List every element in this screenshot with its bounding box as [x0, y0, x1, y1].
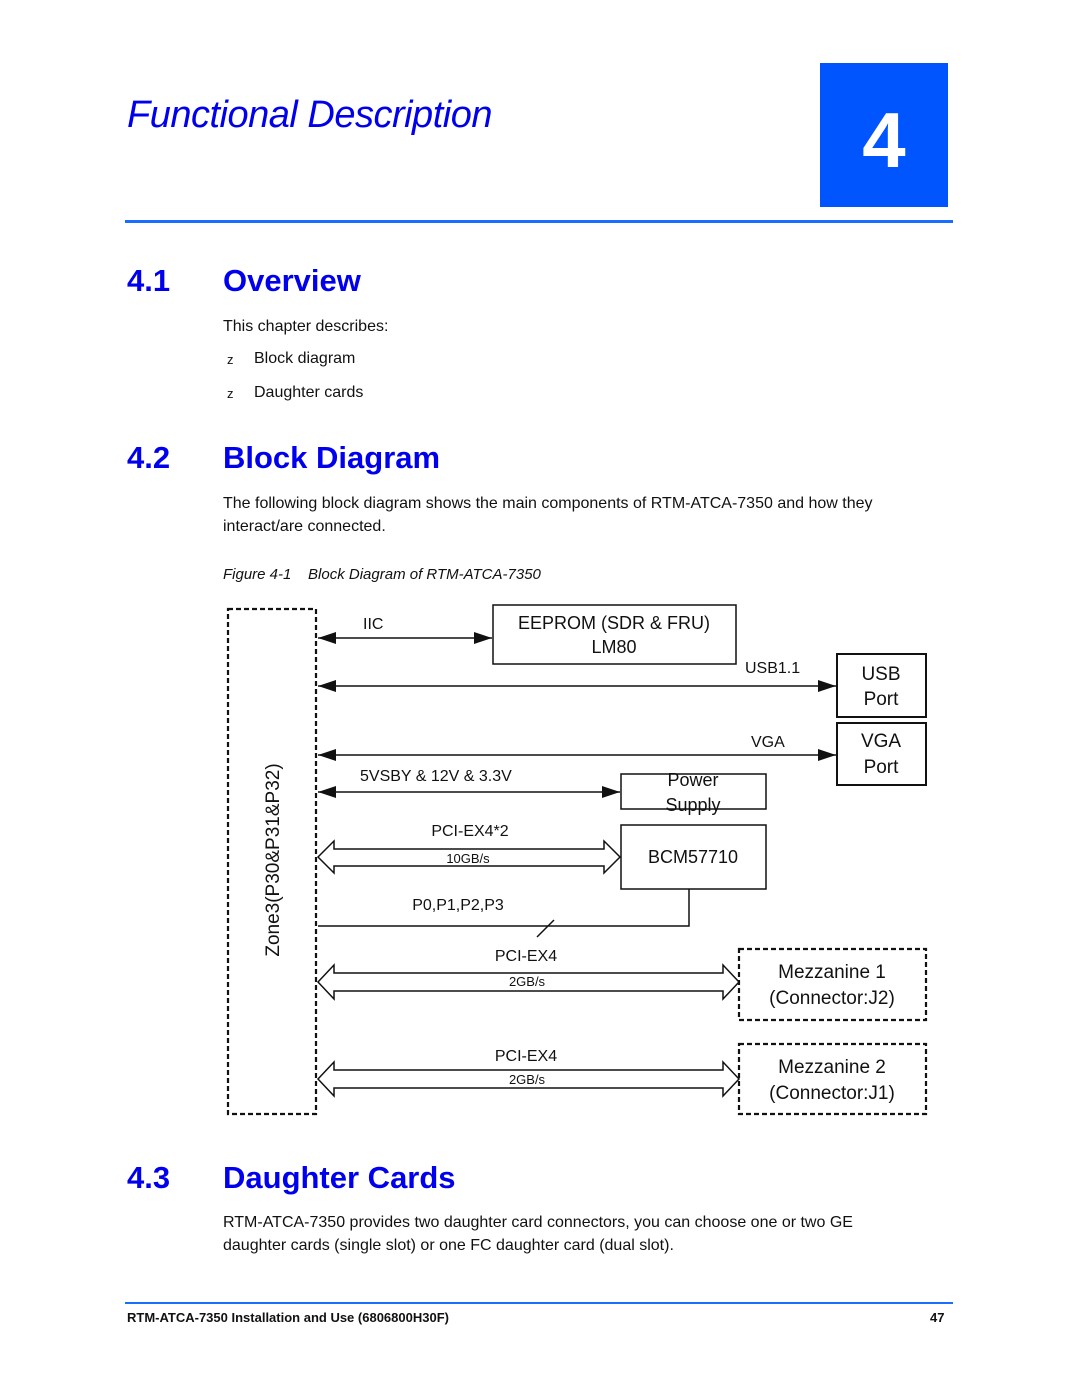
power-link — [318, 786, 620, 798]
page-number: 47 — [930, 1310, 945, 1325]
usb-port-label-line1: USB — [861, 664, 900, 685]
mezzanine-1-block — [737, 947, 928, 1022]
iic-link — [318, 632, 492, 644]
footer-rule — [125, 1302, 953, 1304]
eeprom-label-line1: EEPROM (SDR & FRU) — [518, 613, 710, 633]
pcie-mezz2-rate: 2GB/s — [509, 1072, 546, 1087]
power-supply-label-line2: Supply — [665, 795, 720, 815]
usb-link — [318, 680, 836, 692]
mezzanine-2-label-line2: (Connector:J1) — [769, 1083, 895, 1104]
bcm57710-label: BCM57710 — [648, 847, 738, 867]
daughter-cards-paragraph-line2: daughter cards (single slot) or one FC d… — [223, 1237, 674, 1254]
pcie-mezz2-label: PCI-EX4 — [495, 1048, 557, 1065]
ports-bus-label: P0,P1,P2,P3 — [412, 897, 504, 914]
mezzanine-1-label-line2: (Connector:J2) — [769, 988, 895, 1009]
usb-link-label: USB1.1 — [745, 660, 800, 677]
mezzanine-2-label-line1: Mezzanine 2 — [778, 1057, 886, 1078]
power-link-label: 5VSBY & 12V & 3.3V — [360, 768, 512, 785]
zone3-label: Zone3(P30&P31&P32) — [263, 763, 284, 956]
mezzanine-1-label-line1: Mezzanine 1 — [778, 962, 886, 983]
vga-link-label: VGA — [751, 734, 785, 751]
iic-label: IIC — [363, 616, 383, 633]
power-supply-label-line1: Power — [667, 770, 718, 790]
pcie-bcm-rate: 10GB/s — [446, 851, 490, 866]
daughter-cards-paragraph-line1: RTM-ATCA-7350 provides two daughter card… — [223, 1214, 853, 1231]
vga-port-label-line1: VGA — [861, 731, 901, 752]
usb-port-label-line2: Port — [864, 689, 900, 710]
vga-port-label-line2: Port — [864, 757, 900, 778]
section-number-daughter-cards: 4.3 — [127, 1160, 171, 1195]
section-title-daughter-cards: Daughter Cards — [223, 1160, 456, 1195]
eeprom-label-line2: LM80 — [591, 637, 636, 657]
pcie-bcm-label: PCI-EX4*2 — [431, 823, 508, 840]
pcie-mezz1-label: PCI-EX4 — [495, 948, 557, 965]
pcie-mezz1-rate: 2GB/s — [509, 974, 546, 989]
footer-doc-title: RTM-ATCA-7350 Installation and Use (6806… — [127, 1310, 449, 1325]
